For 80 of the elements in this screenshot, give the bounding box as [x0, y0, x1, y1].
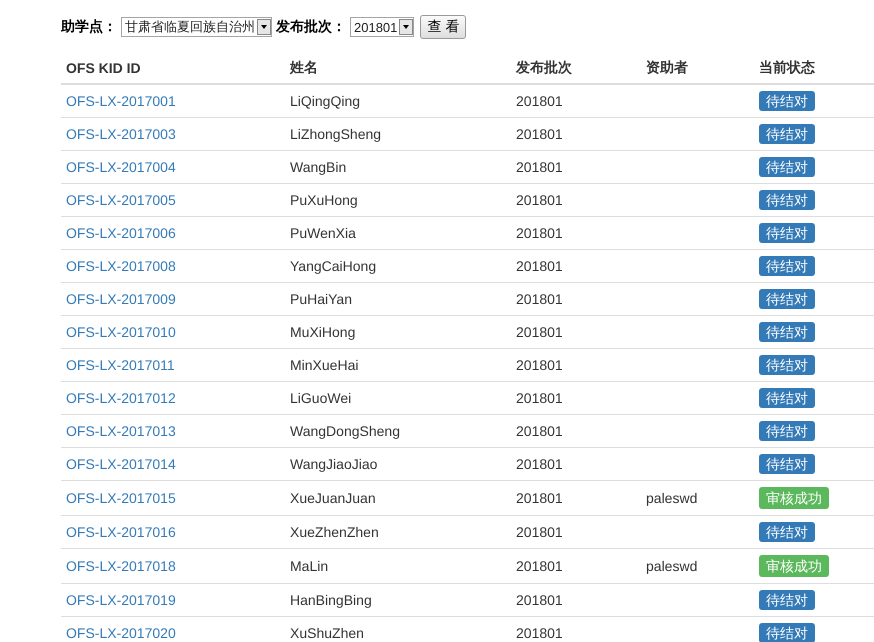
batch-cell: 201801 — [516, 423, 563, 439]
kid-id-link[interactable]: OFS-LX-2017019 — [66, 592, 176, 608]
status-badge: 待结对 — [759, 388, 815, 408]
batch-cell: 201801 — [516, 258, 563, 274]
name-cell: WangBin — [290, 159, 346, 175]
name-cell: LiGuoWei — [290, 390, 352, 406]
kid-id-link[interactable]: OFS-LX-2017009 — [66, 291, 176, 307]
name-cell: PuWenXia — [290, 225, 356, 241]
status-badge: 待结对 — [759, 590, 815, 610]
batch-cell: 201801 — [516, 225, 563, 241]
batch-cell: 201801 — [516, 524, 563, 540]
status-badge: 审核成功 — [759, 487, 829, 509]
status-badge: 待结对 — [759, 223, 815, 243]
kid-id-link[interactable]: OFS-LX-2017005 — [66, 192, 176, 208]
name-cell: PuHaiYan — [290, 291, 352, 307]
column-header: OFS KID ID — [66, 60, 141, 76]
status-badge: 待结对 — [759, 91, 815, 111]
status-badge: 待结对 — [759, 623, 815, 642]
status-badge: 待结对 — [759, 289, 815, 309]
kid-id-link[interactable]: OFS-LX-2017010 — [66, 324, 176, 340]
batch-cell: 201801 — [516, 192, 563, 208]
kid-id-link[interactable]: OFS-LX-2017011 — [66, 357, 175, 373]
batch-cell: 201801 — [516, 357, 563, 373]
batch-cell: 201801 — [516, 126, 563, 142]
status-badge: 待结对 — [759, 355, 815, 375]
kid-id-link[interactable]: OFS-LX-2017020 — [66, 625, 176, 641]
name-cell: MuXiHong — [290, 324, 356, 340]
status-badge: 待结对 — [759, 322, 815, 342]
name-cell: PuXuHong — [290, 192, 358, 208]
view-button[interactable]: 查 看 — [420, 15, 466, 39]
kid-id-link[interactable]: OFS-LX-2017013 — [66, 423, 176, 439]
batch-cell: 201801 — [516, 558, 563, 574]
kid-id-link[interactable]: OFS-LX-2017003 — [66, 126, 176, 142]
name-cell: WangDongSheng — [290, 423, 400, 439]
status-badge: 审核成功 — [759, 555, 829, 577]
status-badge: 待结对 — [759, 256, 815, 276]
site-select[interactable]: 甘肃省临夏回族自治州 — [121, 17, 272, 37]
status-badge: 待结对 — [759, 522, 815, 542]
sponsor-cell: paleswd — [646, 558, 698, 574]
kid-id-link[interactable]: OFS-LX-2017014 — [66, 456, 176, 472]
batch-select[interactable]: 201801 — [350, 17, 414, 37]
column-header: 当前状态 — [759, 59, 815, 75]
kid-id-link[interactable]: OFS-LX-2017016 — [66, 524, 176, 540]
name-cell: LiZhongSheng — [290, 126, 382, 142]
name-cell: XuShuZhen — [290, 625, 364, 641]
name-cell: HanBingBing — [290, 592, 372, 608]
batch-label: 发布批次： — [276, 18, 346, 36]
column-header: 姓名 — [290, 59, 318, 75]
name-cell: XueZhenZhen — [290, 524, 379, 540]
batch-cell: 201801 — [516, 324, 563, 340]
kid-id-link[interactable]: OFS-LX-2017006 — [66, 225, 176, 241]
kid-id-link[interactable]: OFS-LX-2017001 — [66, 93, 176, 109]
batch-cell: 201801 — [516, 93, 563, 109]
sponsor-cell: paleswd — [646, 490, 698, 506]
status-badge: 待结对 — [759, 421, 815, 441]
name-cell: XueJuanJuan — [290, 490, 376, 506]
kid-id-link[interactable]: OFS-LX-2017012 — [66, 390, 176, 406]
status-badge: 待结对 — [759, 157, 815, 177]
batch-cell: 201801 — [516, 456, 563, 472]
batch-cell: 201801 — [516, 490, 563, 506]
status-badge: 待结对 — [759, 454, 815, 474]
kid-id-link[interactable]: OFS-LX-2017015 — [66, 490, 176, 506]
status-badge: 待结对 — [759, 190, 815, 210]
batch-cell: 201801 — [516, 625, 563, 641]
site-label: 助学点： — [61, 18, 117, 36]
kid-id-link[interactable]: OFS-LX-2017004 — [66, 159, 176, 175]
name-cell: MaLin — [290, 558, 328, 574]
column-header: 资助者 — [646, 59, 688, 75]
status-badge: 待结对 — [759, 124, 815, 144]
batch-cell: 201801 — [516, 592, 563, 608]
name-cell: WangJiaoJiao — [290, 456, 378, 472]
batch-cell: 201801 — [516, 291, 563, 307]
column-header: 发布批次 — [516, 59, 572, 75]
kid-id-link[interactable]: OFS-LX-2017008 — [66, 258, 176, 274]
batch-cell: 201801 — [516, 390, 563, 406]
kid-id-link[interactable]: OFS-LX-2017018 — [66, 558, 176, 574]
name-cell: MinXueHai — [290, 357, 358, 373]
name-cell: LiQingQing — [290, 93, 360, 109]
batch-cell: 201801 — [516, 159, 563, 175]
name-cell: YangCaiHong — [290, 258, 376, 274]
